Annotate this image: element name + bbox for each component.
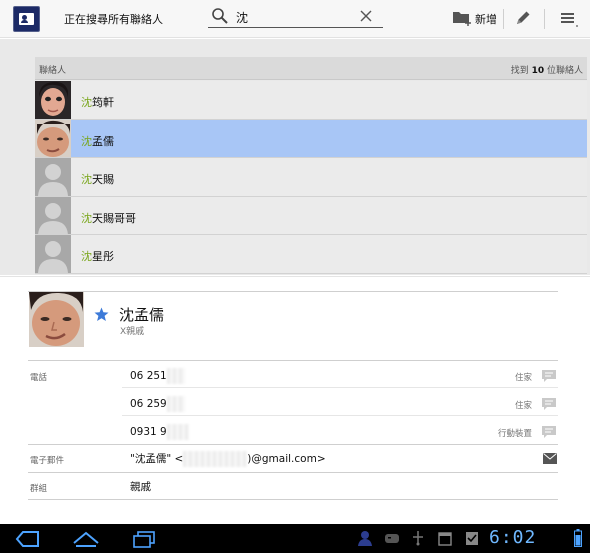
contact-subtitle: X親戚 — [120, 327, 145, 337]
game-controller-icon[interactable] — [384, 530, 400, 546]
list-item[interactable]: 沈筠軒 — [35, 81, 587, 120]
group-section-label: 群組 — [30, 484, 48, 494]
avatar — [35, 81, 71, 119]
clock[interactable]: 6:02 — [489, 527, 536, 548]
add-button-label[interactable]: 新增 — [475, 11, 497, 27]
search-icon — [212, 8, 228, 24]
avatar — [35, 158, 71, 196]
star-icon[interactable] — [94, 307, 109, 322]
divider — [122, 415, 558, 416]
recent-apps-icon[interactable] — [130, 528, 158, 550]
system-bar: 6:02 — [0, 524, 590, 553]
redacted-digits — [166, 396, 185, 412]
list-header: 聯絡人 找到 10 位聯絡人 — [35, 57, 587, 80]
avatar — [35, 196, 71, 235]
redacted-email — [183, 451, 248, 467]
clear-icon[interactable] — [358, 8, 374, 24]
avatar — [35, 119, 71, 158]
search-input[interactable]: 沈 — [208, 6, 383, 28]
back-icon[interactable] — [14, 528, 42, 550]
phone-type: 住家 — [514, 373, 532, 383]
phone-type: 行動裝置 — [497, 429, 532, 439]
task-icon[interactable] — [464, 530, 480, 546]
add-group-icon[interactable] — [452, 9, 472, 27]
home-icon[interactable] — [72, 528, 100, 550]
list-header-label: 聯絡人 — [39, 66, 67, 76]
divider — [28, 472, 558, 473]
calendar-icon[interactable] — [437, 530, 453, 546]
divider — [122, 387, 558, 388]
redacted-digits — [166, 424, 189, 440]
usb-debug-icon[interactable] — [410, 530, 426, 546]
phone-section-label: 電話 — [30, 373, 48, 383]
edit-icon[interactable] — [513, 8, 533, 28]
contact-name: 沈孟儒 — [81, 134, 114, 148]
sms-icon[interactable] — [541, 397, 557, 411]
mail-icon[interactable] — [543, 453, 557, 464]
contact-name: 沈筠軒 — [81, 96, 114, 109]
divider — [28, 444, 558, 445]
email-section-label: 電子郵件 — [30, 456, 65, 466]
list-item[interactable]: 沈天賜 — [35, 158, 587, 197]
menu-icon[interactable] — [558, 9, 578, 29]
result-count: 找到 10 位聯絡人 — [510, 66, 583, 76]
phone-number[interactable]: 06 251 — [130, 368, 185, 384]
contact-name: 沈星彤 — [81, 250, 114, 264]
action-bar: 正在搜尋所有聯絡人 沈 新增 — [0, 0, 590, 38]
contact-name: 沈天賜 — [81, 173, 114, 187]
list-item-selected[interactable]: 沈孟儒 — [35, 119, 587, 159]
contact-list[interactable]: 沈筠軒 沈孟儒 沈天賜 沈天賜哥哥 沈星彤 — [35, 81, 587, 275]
contact-photo[interactable] — [29, 292, 84, 347]
contacts-app-icon[interactable] — [13, 6, 40, 32]
phone-number[interactable]: 0931 9 — [130, 424, 189, 440]
email-address[interactable]: "沈孟儒" <)@gmail.com> — [130, 451, 326, 467]
divider — [28, 499, 558, 500]
battery-icon[interactable] — [574, 529, 582, 547]
list-item[interactable]: 沈天賜哥哥 — [35, 196, 587, 236]
action-divider — [544, 9, 545, 29]
phone-type: 住家 — [514, 401, 532, 411]
search-title: 正在搜尋所有聯絡人 — [64, 13, 163, 26]
list-item[interactable]: 沈星彤 — [35, 235, 587, 274]
contact-notification-icon[interactable] — [357, 530, 373, 546]
redacted-digits — [166, 368, 185, 384]
search-query[interactable]: 沈 — [236, 9, 248, 26]
divider — [28, 291, 558, 292]
phone-number[interactable]: 06 259 — [130, 396, 185, 412]
contact-detail-panel: 沈孟儒 X親戚 電話 06 251 住家 06 259 住家 0931 9 行動… — [0, 276, 590, 524]
action-divider — [503, 9, 504, 29]
divider — [28, 360, 558, 361]
sms-icon[interactable] — [541, 425, 557, 439]
contact-name: 沈天賜哥哥 — [81, 211, 136, 225]
contacts-list-panel: 聯絡人 找到 10 位聯絡人 沈筠軒 沈孟儒 沈天賜 沈天賜哥哥 沈星彤 — [0, 39, 590, 275]
avatar — [35, 235, 71, 273]
group-value: 親戚 — [130, 481, 151, 493]
contact-name-heading: 沈孟儒 — [119, 306, 165, 324]
sms-icon[interactable] — [541, 369, 557, 383]
